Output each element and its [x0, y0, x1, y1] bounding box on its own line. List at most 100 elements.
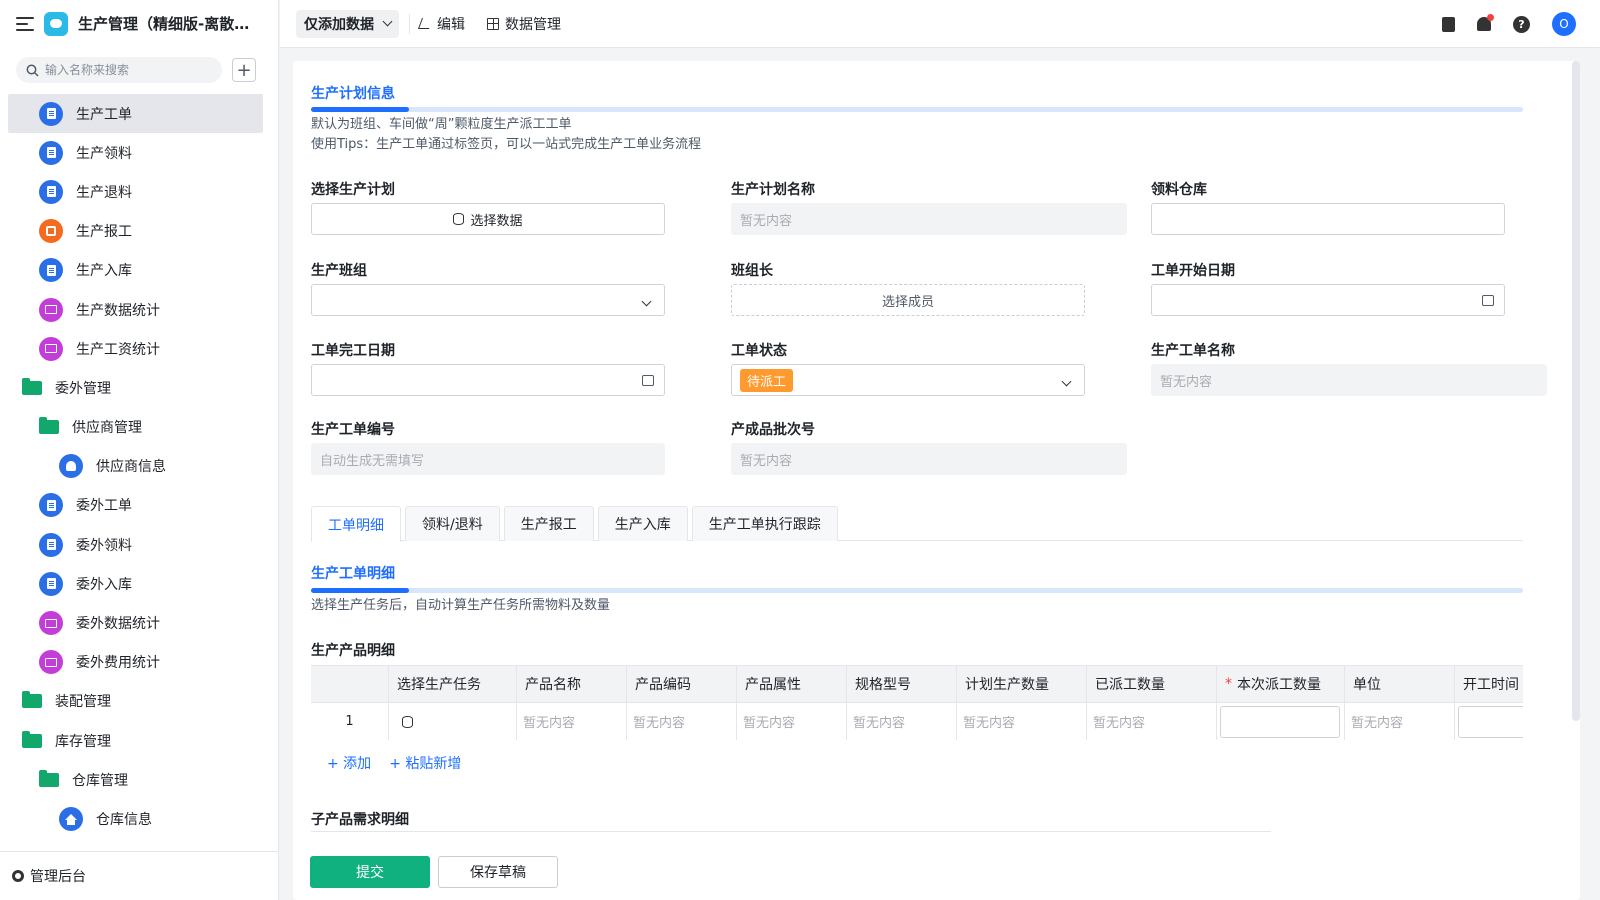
plan-name-label: 生产计划名称	[731, 182, 815, 198]
document-icon	[39, 493, 63, 518]
sidebar-item-production-stats[interactable]: 生产数据统计	[0, 290, 279, 329]
table-actions: + 添加 + 粘贴新增	[327, 753, 461, 773]
tab-stock-in[interactable]: 生产入库	[597, 506, 688, 541]
team-select[interactable]	[311, 284, 665, 316]
admin-console-link[interactable]: 管理后台	[0, 851, 279, 900]
required-mark: *	[1225, 676, 1232, 692]
sidebar-item-outsource-stats[interactable]: 委外数据统计	[0, 603, 279, 642]
submit-button[interactable]: 提交	[310, 855, 430, 888]
edit-label: 编辑	[437, 16, 465, 33]
search-input[interactable]	[45, 63, 205, 77]
table-cell: 暂无内容	[847, 703, 957, 740]
sidebar-item-work-report[interactable]: 生产报工	[0, 212, 279, 251]
data-manage-label: 数据管理	[505, 16, 561, 33]
user-icon	[59, 454, 83, 479]
sidebar-item-outsource-order[interactable]: 委外工单	[0, 486, 279, 525]
sidebar-item-label: 委外入库	[76, 576, 132, 593]
edit-button[interactable]: 编辑	[417, 14, 465, 34]
sidebar-item-outsource-pick[interactable]: 委外领料	[0, 525, 279, 564]
select-member-button[interactable]: 选择成员	[731, 284, 1085, 316]
section-underline	[311, 107, 1523, 112]
column-header: 规格型号	[847, 666, 957, 702]
bell-icon[interactable]	[1477, 14, 1494, 31]
sidebar-item-label: 委外领料	[76, 537, 132, 554]
add-item-button[interactable]: +	[232, 58, 256, 82]
column-header: 选择生产任务	[389, 666, 517, 702]
gear-icon	[12, 870, 24, 882]
sidebar-item-stock-in[interactable]: 生产入库	[0, 251, 279, 290]
status-label: 工单状态	[731, 343, 787, 359]
avatar[interactable]: O	[1552, 12, 1576, 36]
help-icon[interactable]: ?	[1513, 15, 1530, 33]
sidebar-item-inventory[interactable]: 库存管理	[0, 721, 279, 760]
select-data-button[interactable]: 选择数据	[311, 203, 665, 235]
tab-pick-return[interactable]: 领料/退料	[405, 506, 500, 541]
tab-order-detail[interactable]: 工单明细	[311, 506, 401, 542]
mode-dropdown[interactable]: 仅添加数据	[296, 9, 399, 38]
sidebar-item-label: 生产数据统计	[76, 302, 160, 319]
document-icon	[39, 179, 63, 204]
end-date-picker[interactable]	[311, 364, 665, 396]
end-date-label: 工单完工日期	[311, 343, 395, 359]
paste-add-button[interactable]: + 粘贴新增	[389, 753, 461, 773]
sub-product-title: 子产品需求明细	[311, 812, 409, 828]
sidebar-item-warehouse-info[interactable]: 仓库信息	[0, 799, 279, 838]
folder-icon	[39, 417, 59, 435]
calendar-icon	[1482, 295, 1494, 306]
batch-no-label: 产成品批次号	[731, 422, 815, 438]
warehouse-field[interactable]	[1151, 203, 1505, 235]
dispatch-qty-cell	[1217, 703, 1345, 740]
select-task-cell[interactable]	[389, 703, 517, 740]
divider	[409, 13, 410, 34]
mode-label: 仅添加数据	[304, 16, 374, 33]
sidebar-item-material-return[interactable]: 生产退料	[0, 172, 279, 211]
chart-icon	[39, 650, 63, 675]
save-draft-button[interactable]: 保存草稿	[438, 855, 558, 888]
hamburger-menu-icon[interactable]	[16, 16, 34, 31]
search-box[interactable]	[16, 57, 222, 83]
data-manage-button[interactable]: 数据管理	[487, 14, 561, 34]
sidebar-item-assembly[interactable]: 装配管理	[0, 682, 279, 721]
column-header: 单位	[1345, 666, 1455, 702]
table-cell: 暂无内容	[627, 703, 737, 740]
admin-console-label: 管理后台	[30, 869, 86, 885]
section-underline	[311, 588, 1523, 593]
order-name-field: 暂无内容	[1151, 364, 1547, 396]
status-select[interactable]: 待派工	[731, 364, 1085, 396]
plan-hint-1: 默认为班组、车间做“周”颗粒度生产派工工单	[311, 117, 572, 132]
sidebar-item-supplier-info[interactable]: 供应商信息	[0, 447, 279, 486]
sidebar-item-supplier-manage[interactable]: 供应商管理	[0, 408, 279, 447]
scrollbar[interactable]	[1572, 61, 1580, 721]
sidebar-item-production-order[interactable]: 生产工单	[8, 94, 263, 134]
sidebar-item-wage-stats[interactable]: 生产工资统计	[0, 329, 279, 368]
book-icon[interactable]	[1442, 16, 1455, 32]
sidebar-item-outsourcing[interactable]: 委外管理	[0, 368, 279, 407]
order-name-label: 生产工单名称	[1151, 343, 1235, 359]
status-badge: 待派工	[740, 368, 794, 392]
sidebar-item-warehouse-manage[interactable]: 仓库管理	[0, 760, 279, 799]
sidebar-item-label: 委外管理	[55, 380, 111, 397]
team-label: 生产班组	[311, 263, 367, 279]
start-date-picker[interactable]	[1151, 284, 1505, 316]
product-detail-table: 选择生产任务 产品名称 产品编码 产品属性 规格型号 计划生产数量 已派工数量 …	[311, 665, 1523, 740]
search-row: +	[0, 47, 278, 91]
table-cell: 暂无内容	[1345, 703, 1455, 740]
form-card: 生产计划信息 默认为班组、车间做“周”颗粒度生产派工工单 使用Tips：生产工单…	[293, 61, 1580, 900]
row-index: 1	[311, 703, 389, 740]
database-icon[interactable]	[402, 715, 413, 728]
tab-work-report[interactable]: 生产报工	[503, 506, 594, 541]
sidebar-item-outsource-stock-in[interactable]: 委外入库	[0, 564, 279, 603]
column-header: 已派工数量	[1087, 666, 1217, 702]
column-header: 开工时间	[1455, 666, 1523, 702]
sidebar-item-material-pick[interactable]: 生产领料	[0, 133, 279, 172]
detail-hint: 选择生产任务后，自动计算生产任务所需物料及数量	[311, 598, 611, 613]
start-time-input[interactable]	[1458, 705, 1523, 738]
chevron-down-icon	[1061, 376, 1072, 387]
tab-execution-tracking[interactable]: 生产工单执行跟踪	[691, 506, 838, 541]
sidebar-item-label: 供应商管理	[72, 420, 142, 437]
dispatch-qty-input[interactable]	[1220, 705, 1340, 738]
add-row-button[interactable]: + 添加	[327, 753, 371, 773]
pencil-icon	[417, 18, 434, 29]
sidebar-item-outsource-cost[interactable]: 委外费用统计	[0, 643, 279, 682]
document-icon	[39, 140, 63, 165]
